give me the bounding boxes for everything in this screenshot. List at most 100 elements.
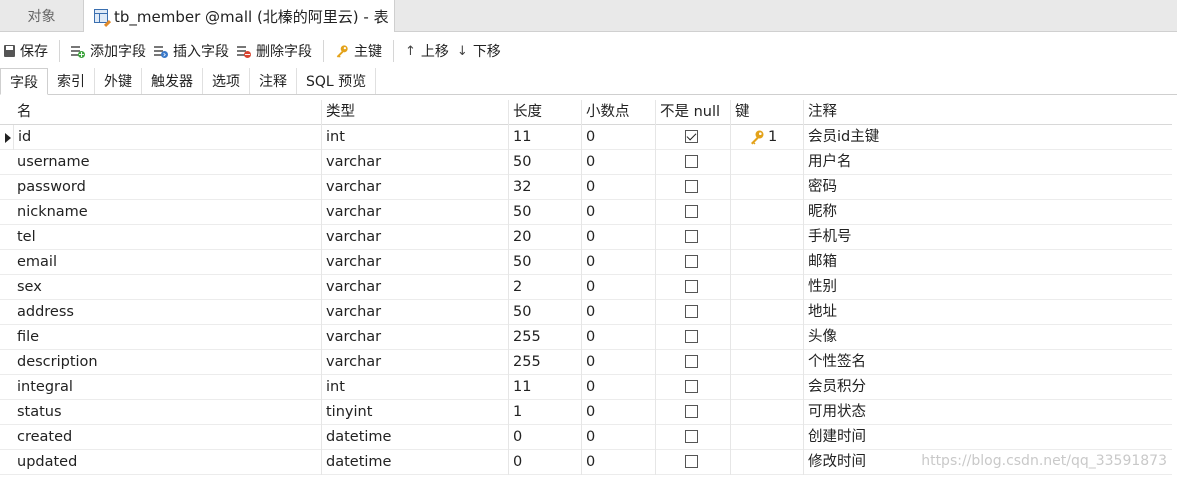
key-cell[interactable] — [730, 225, 803, 250]
not-null-checkbox[interactable] — [685, 455, 698, 468]
table-row[interactable]: id int 11 0 1 会员id主键 — [0, 125, 1172, 150]
key-cell[interactable] — [730, 300, 803, 325]
primary-key-button[interactable]: 主键 — [331, 38, 386, 64]
field-type-cell[interactable]: varchar — [321, 350, 508, 375]
key-cell[interactable]: 1 — [730, 125, 803, 150]
not-null-checkbox[interactable] — [685, 205, 698, 218]
field-comment-cell[interactable]: 头像 — [803, 325, 1172, 350]
field-decimals-cell[interactable]: 0 — [581, 175, 655, 200]
column-header-decimals[interactable]: 小数点 — [581, 100, 655, 125]
field-comment-cell[interactable]: 可用状态 — [803, 400, 1172, 425]
move-up-button[interactable]: ↑ 上移 — [401, 38, 453, 64]
table-row[interactable]: password varchar 32 0 密码 — [0, 175, 1172, 200]
key-cell[interactable] — [730, 375, 803, 400]
field-name-cell[interactable]: address — [13, 300, 321, 325]
field-length-cell[interactable]: 50 — [508, 200, 581, 225]
field-decimals-cell[interactable]: 0 — [581, 300, 655, 325]
field-name-cell[interactable]: password — [13, 175, 321, 200]
key-cell[interactable] — [730, 425, 803, 450]
field-type-cell[interactable]: varchar — [321, 275, 508, 300]
field-type-cell[interactable]: tinyint — [321, 400, 508, 425]
field-decimals-cell[interactable]: 0 — [581, 450, 655, 475]
field-name-cell[interactable]: id — [13, 125, 321, 150]
field-name-cell[interactable]: email — [13, 250, 321, 275]
field-name-cell[interactable]: status — [13, 400, 321, 425]
table-row[interactable]: address varchar 50 0 地址 — [0, 300, 1172, 325]
field-name-cell[interactable]: file — [13, 325, 321, 350]
field-length-cell[interactable]: 1 — [508, 400, 581, 425]
tab-fields[interactable]: 字段 — [0, 68, 48, 95]
field-name-cell[interactable]: nickname — [13, 200, 321, 225]
not-null-checkbox[interactable] — [685, 430, 698, 443]
field-length-cell[interactable]: 0 — [508, 450, 581, 475]
field-length-cell[interactable]: 11 — [508, 375, 581, 400]
field-name-cell[interactable]: username — [13, 150, 321, 175]
tab-sql-preview[interactable]: SQL 预览 — [297, 68, 377, 94]
table-row[interactable]: status tinyint 1 0 可用状态 — [0, 400, 1172, 425]
field-comment-cell[interactable]: 性别 — [803, 275, 1172, 300]
delete-field-button[interactable]: − 删除字段 — [233, 38, 316, 64]
field-comment-cell[interactable]: 创建时间 — [803, 425, 1172, 450]
field-decimals-cell[interactable]: 0 — [581, 200, 655, 225]
not-null-checkbox[interactable] — [685, 155, 698, 168]
not-null-checkbox[interactable] — [685, 405, 698, 418]
tab-foreign-keys[interactable]: 外键 — [95, 68, 142, 94]
move-down-button[interactable]: ↓ 下移 — [453, 38, 505, 64]
key-cell[interactable] — [730, 450, 803, 475]
table-row[interactable]: email varchar 50 0 邮箱 — [0, 250, 1172, 275]
not-null-checkbox[interactable] — [685, 280, 698, 293]
key-cell[interactable] — [730, 200, 803, 225]
not-null-checkbox[interactable] — [685, 380, 698, 393]
field-decimals-cell[interactable]: 0 — [581, 150, 655, 175]
tab-options[interactable]: 选项 — [203, 68, 250, 94]
table-row[interactable]: file varchar 255 0 头像 — [0, 325, 1172, 350]
table-row[interactable]: sex varchar 2 0 性别 — [0, 275, 1172, 300]
field-decimals-cell[interactable]: 0 — [581, 325, 655, 350]
column-header-name[interactable]: 名 — [13, 100, 321, 125]
table-row[interactable]: tel varchar 20 0 手机号 — [0, 225, 1172, 250]
field-type-cell[interactable]: datetime — [321, 450, 508, 475]
field-decimals-cell[interactable]: 0 — [581, 250, 655, 275]
field-decimals-cell[interactable]: 0 — [581, 225, 655, 250]
column-header-comment[interactable]: 注释 — [803, 100, 1172, 125]
key-cell[interactable] — [730, 250, 803, 275]
field-type-cell[interactable]: varchar — [321, 325, 508, 350]
tab-comment[interactable]: 注释 — [250, 68, 297, 94]
table-row[interactable]: description varchar 255 0 个性签名 — [0, 350, 1172, 375]
field-type-cell[interactable]: datetime — [321, 425, 508, 450]
field-length-cell[interactable]: 255 — [508, 325, 581, 350]
field-decimals-cell[interactable]: 0 — [581, 400, 655, 425]
field-comment-cell[interactable]: 会员id主键 — [803, 125, 1172, 150]
field-length-cell[interactable]: 50 — [508, 250, 581, 275]
save-button[interactable]: 保存 — [0, 38, 52, 64]
field-type-cell[interactable]: varchar — [321, 300, 508, 325]
tab-indexes[interactable]: 索引 — [48, 68, 95, 94]
insert-field-button[interactable]: › 插入字段 — [150, 38, 233, 64]
key-cell[interactable] — [730, 350, 803, 375]
add-field-button[interactable]: + 添加字段 — [67, 38, 150, 64]
table-row[interactable]: integral int 11 0 会员积分 — [0, 375, 1172, 400]
field-decimals-cell[interactable]: 0 — [581, 350, 655, 375]
field-length-cell[interactable]: 32 — [508, 175, 581, 200]
field-type-cell[interactable]: int — [321, 375, 508, 400]
field-type-cell[interactable]: varchar — [321, 175, 508, 200]
tab-objects[interactable]: 对象 — [0, 0, 83, 31]
field-comment-cell[interactable]: 地址 — [803, 300, 1172, 325]
key-cell[interactable] — [730, 275, 803, 300]
field-name-cell[interactable]: created — [13, 425, 321, 450]
not-null-checkbox[interactable] — [685, 305, 698, 318]
field-type-cell[interactable]: int — [321, 125, 508, 150]
field-comment-cell[interactable]: 昵称 — [803, 200, 1172, 225]
not-null-checkbox[interactable] — [685, 180, 698, 193]
field-length-cell[interactable]: 50 — [508, 300, 581, 325]
key-cell[interactable] — [730, 175, 803, 200]
field-type-cell[interactable]: varchar — [321, 200, 508, 225]
tab-triggers[interactable]: 触发器 — [142, 68, 203, 94]
not-null-checkbox[interactable] — [685, 255, 698, 268]
not-null-checkbox[interactable] — [685, 330, 698, 343]
not-null-checkbox[interactable] — [685, 130, 698, 143]
key-cell[interactable] — [730, 150, 803, 175]
column-header-length[interactable]: 长度 — [508, 100, 581, 125]
field-length-cell[interactable]: 11 — [508, 125, 581, 150]
field-decimals-cell[interactable]: 0 — [581, 275, 655, 300]
